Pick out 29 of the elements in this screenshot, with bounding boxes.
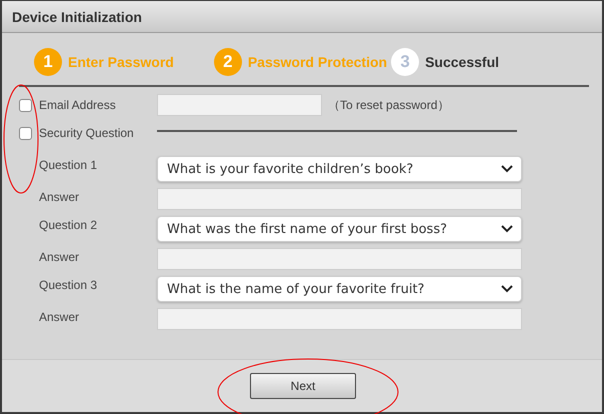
chevron-down-icon: [501, 225, 513, 233]
step-label: Password Protection: [248, 54, 388, 70]
step-number: 1: [34, 48, 62, 76]
answer-field[interactable]: [157, 308, 522, 330]
window-title: Device Initialization: [12, 8, 142, 24]
step-label: Enter Password: [68, 54, 174, 70]
question-dropdown[interactable]: What is your favorite children’s book?: [157, 156, 522, 182]
email-field[interactable]: [157, 94, 322, 116]
question-label: Question 1: [38, 157, 98, 172]
question-label: Question 2: [38, 217, 98, 232]
question-dropdown[interactable]: What was the first name of your first boss?: [157, 216, 522, 242]
answer-label: Answer: [38, 189, 80, 204]
checkbox[interactable]: [19, 98, 32, 112]
step-number: 3: [391, 48, 420, 76]
checkbox[interactable]: [19, 126, 32, 140]
answer-field[interactable]: [157, 248, 522, 270]
checkbox-label: Email Address: [39, 98, 116, 112]
step-label: Successful: [425, 54, 500, 70]
answer-label: Answer: [38, 309, 80, 324]
next-button[interactable]: Next: [250, 373, 356, 399]
hint-text: （To reset password）: [327, 96, 450, 114]
checkbox-label: Security Question: [39, 126, 134, 140]
chevron-down-icon: [501, 165, 513, 173]
answer-field[interactable]: [157, 188, 522, 210]
question-dropdown[interactable]: What is the name of your favorite fruit?: [157, 276, 522, 302]
step-number: 2: [214, 48, 242, 76]
chevron-down-icon: [501, 285, 513, 293]
answer-label: Answer: [38, 249, 80, 264]
question-label: Question 3: [38, 277, 98, 292]
